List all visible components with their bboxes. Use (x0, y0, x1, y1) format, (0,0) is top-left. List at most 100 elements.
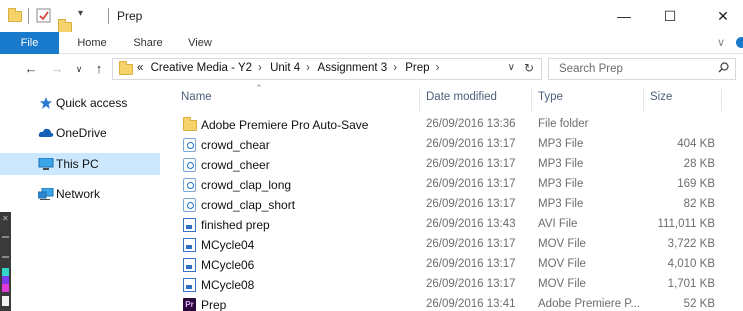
sidebar-item-label: This PC (56, 157, 99, 171)
tab-home[interactable]: Home (72, 32, 112, 54)
search-input[interactable]: Search Prep (548, 58, 736, 80)
column-header-date[interactable]: Date modified (426, 83, 497, 111)
navigation-pane: Quick access OneDrive This PC Network (0, 83, 160, 311)
file-date: 26/09/2016 13:43 (426, 218, 516, 230)
file-type: MP3 File (538, 158, 584, 170)
file-name: crowd_clap_long (201, 178, 292, 192)
column-header-size[interactable]: Size (650, 83, 672, 111)
file-row[interactable]: MCycle06 26/09/2016 13:17 MOV File 4,010… (160, 255, 743, 275)
ribbon-tabs: File Home Share View ∨ (0, 32, 743, 54)
divider (28, 8, 29, 24)
video-file-icon (183, 238, 196, 252)
chevron-down-icon: ∨ (717, 37, 726, 49)
window-title: Prep (117, 9, 143, 23)
column-divider[interactable] (721, 89, 722, 111)
chevron-right-icon[interactable]: › (436, 62, 440, 74)
file-type: File folder (538, 118, 589, 130)
up-button[interactable]: ↑ (90, 59, 108, 79)
file-row[interactable]: finished prep 26/09/2016 13:43 AVI File … (160, 215, 743, 235)
address-bar[interactable]: « Creative Media - Y2 › Unit 4 › Assignmen… (112, 58, 542, 80)
file-date: 26/09/2016 13:17 (426, 158, 516, 170)
file-size: 28 KB (683, 158, 715, 170)
video-file-icon (183, 278, 196, 292)
tab-file[interactable]: File (0, 32, 59, 54)
breadcrumb-item[interactable]: Creative Media - Y2 (151, 62, 252, 74)
premiere-project-icon: Pr (183, 298, 196, 311)
file-type: MOV File (538, 238, 586, 250)
chevron-down-icon[interactable]: ∨ (508, 62, 515, 73)
file-date: 26/09/2016 13:17 (426, 198, 516, 210)
sort-ascending-icon: ⌃ (255, 83, 263, 93)
file-row[interactable]: crowd_clap_long 26/09/2016 13:17 MP3 Fil… (160, 175, 743, 195)
file-size: 404 KB (677, 138, 715, 150)
background-window-strip: ✕ (0, 212, 11, 311)
file-row[interactable]: MCycle08 26/09/2016 13:17 MOV File 1,701… (160, 275, 743, 295)
file-size: 3,722 KB (667, 238, 715, 250)
file-size: 169 KB (677, 178, 715, 190)
divider (108, 8, 109, 24)
file-type: MP3 File (538, 198, 584, 210)
file-row[interactable]: crowd_cheer 26/09/2016 13:17 MP3 File 28… (160, 155, 743, 175)
customize-toolbar-icon[interactable]: ▾ (78, 8, 83, 19)
forward-button[interactable]: → (48, 59, 66, 79)
sidebar-item-label: OneDrive (56, 126, 107, 140)
breadcrumb-item[interactable]: Prep (405, 62, 429, 74)
help-icon[interactable] (736, 37, 743, 48)
search-icon[interactable] (718, 62, 729, 73)
color-swatch (2, 276, 9, 284)
refresh-icon[interactable]: ↻ (524, 61, 534, 75)
file-size: 4,010 KB (667, 258, 715, 270)
file-row[interactable]: Pr Prep 26/09/2016 13:41 Adobe Premiere … (160, 295, 743, 311)
breadcrumb-item[interactable]: Assignment 3 (318, 62, 388, 74)
audio-file-icon (183, 138, 196, 152)
color-swatch (2, 284, 9, 292)
column-divider[interactable] (643, 89, 644, 111)
file-name: Adobe Premiere Pro Auto-Save (201, 118, 369, 132)
file-row[interactable]: MCycle04 26/09/2016 13:17 MOV File 3,722… (160, 235, 743, 255)
file-row[interactable]: crowd_clap_short 26/09/2016 13:17 MP3 Fi… (160, 195, 743, 215)
file-date: 26/09/2016 13:17 (426, 238, 516, 250)
minimize-button[interactable]: — (604, 4, 644, 28)
breadcrumb: « Creative Media - Y2 › Unit 4 › Assignmen… (137, 62, 444, 74)
sidebar-item-this-pc[interactable]: This PC (0, 153, 160, 175)
file-name: MCycle06 (201, 258, 255, 272)
sidebar-item-network[interactable]: Network (0, 183, 160, 205)
folder-icon (119, 61, 133, 75)
file-date: 26/09/2016 13:17 (426, 258, 516, 270)
star-icon (40, 97, 52, 109)
audio-file-icon (183, 198, 196, 212)
breadcrumb-item[interactable]: Unit 4 (270, 62, 300, 74)
recent-locations-button[interactable]: ∨ (70, 59, 88, 79)
close-button[interactable]: ✕ (703, 4, 743, 28)
folder-icon (8, 8, 22, 22)
file-size: 82 KB (683, 198, 715, 210)
file-name: crowd_cheer (201, 158, 270, 172)
file-date: 26/09/2016 13:17 (426, 278, 516, 290)
sidebar-item-onedrive[interactable]: OneDrive (0, 122, 160, 144)
file-row[interactable]: crowd_chear 26/09/2016 13:17 MP3 File 40… (160, 135, 743, 155)
chevron-right-icon[interactable]: › (393, 62, 397, 74)
network-icon (38, 188, 54, 200)
sidebar-item-quick-access[interactable]: Quick access (0, 92, 160, 114)
chevron-right-icon[interactable]: › (258, 62, 262, 74)
file-type: MOV File (538, 258, 586, 270)
column-header-type[interactable]: Type (538, 83, 563, 111)
properties-icon[interactable] (36, 8, 52, 24)
file-date: 26/09/2016 13:36 (426, 118, 516, 130)
column-divider[interactable] (419, 89, 420, 111)
maximize-button[interactable]: ☐ (650, 4, 690, 28)
search-placeholder: Search Prep (559, 63, 623, 75)
breadcrumb-overflow[interactable]: « (137, 62, 143, 74)
file-type: Adobe Premiere P... (538, 298, 641, 310)
file-row[interactable]: Adobe Premiere Pro Auto-Save 26/09/2016 … (160, 115, 743, 135)
column-header-name[interactable]: Name (181, 83, 212, 111)
tab-share[interactable]: Share (126, 32, 170, 54)
column-divider[interactable] (531, 89, 532, 111)
video-file-icon (183, 258, 196, 272)
chevron-right-icon[interactable]: › (306, 62, 310, 74)
ribbon-expand-button[interactable]: ∨ (717, 32, 743, 54)
file-type: MP3 File (538, 138, 584, 150)
file-name: MCycle08 (201, 278, 255, 292)
back-button[interactable]: ← (22, 59, 40, 79)
tab-view[interactable]: View (180, 32, 220, 54)
